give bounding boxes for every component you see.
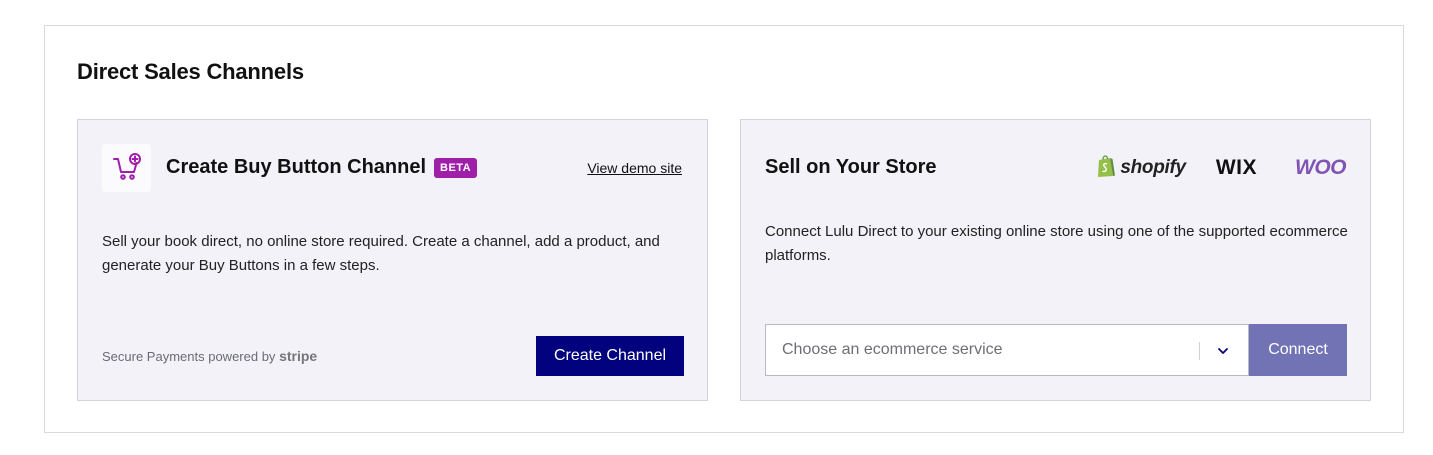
- ecommerce-service-select[interactable]: Choose an ecommerce service: [765, 324, 1249, 376]
- connect-button[interactable]: Connect: [1249, 324, 1347, 376]
- beta-badge: BETA: [434, 158, 478, 178]
- stripe-logo: stripe: [279, 348, 318, 364]
- section-title: Direct Sales Channels: [77, 59, 304, 84]
- buy-button-card-description: Sell your book direct, no online store r…: [102, 233, 660, 274]
- chevron-down-icon[interactable]: [1216, 344, 1230, 358]
- direct-sales-channels-panel: Direct Sales Channels Create Buy Button …: [44, 25, 1404, 433]
- shopify-logo: shopify: [1096, 154, 1186, 183]
- shopify-bag-icon: [1096, 154, 1116, 183]
- store-card-description: Connect Lulu Direct to your existing onl…: [765, 223, 1348, 264]
- create-channel-button[interactable]: Create Channel: [536, 336, 684, 376]
- wix-logo: WIX: [1215, 156, 1257, 179]
- shopify-wordmark: shopify: [1120, 157, 1186, 178]
- buy-button-channel-card: Create Buy Button Channel BETA View demo…: [77, 119, 708, 401]
- ecommerce-platform-logos: shopify WIX WOO: [1096, 154, 1347, 183]
- secure-payments-note: Secure Payments powered by stripe: [102, 348, 317, 364]
- cart-plus-icon: [102, 144, 151, 192]
- woo-logo: WOO: [1295, 156, 1347, 179]
- store-card-title: Sell on Your Store: [765, 156, 937, 178]
- select-divider: [1199, 342, 1200, 360]
- ecommerce-service-placeholder: Choose an ecommerce service: [782, 341, 1003, 358]
- view-demo-site-link[interactable]: View demo site: [587, 160, 682, 176]
- sell-on-store-card: Sell on Your Store shopify WIX WOO Conne…: [740, 119, 1371, 401]
- secure-payments-text: Secure Payments powered by: [102, 349, 276, 364]
- buy-button-card-title: Create Buy Button Channel: [166, 156, 427, 178]
